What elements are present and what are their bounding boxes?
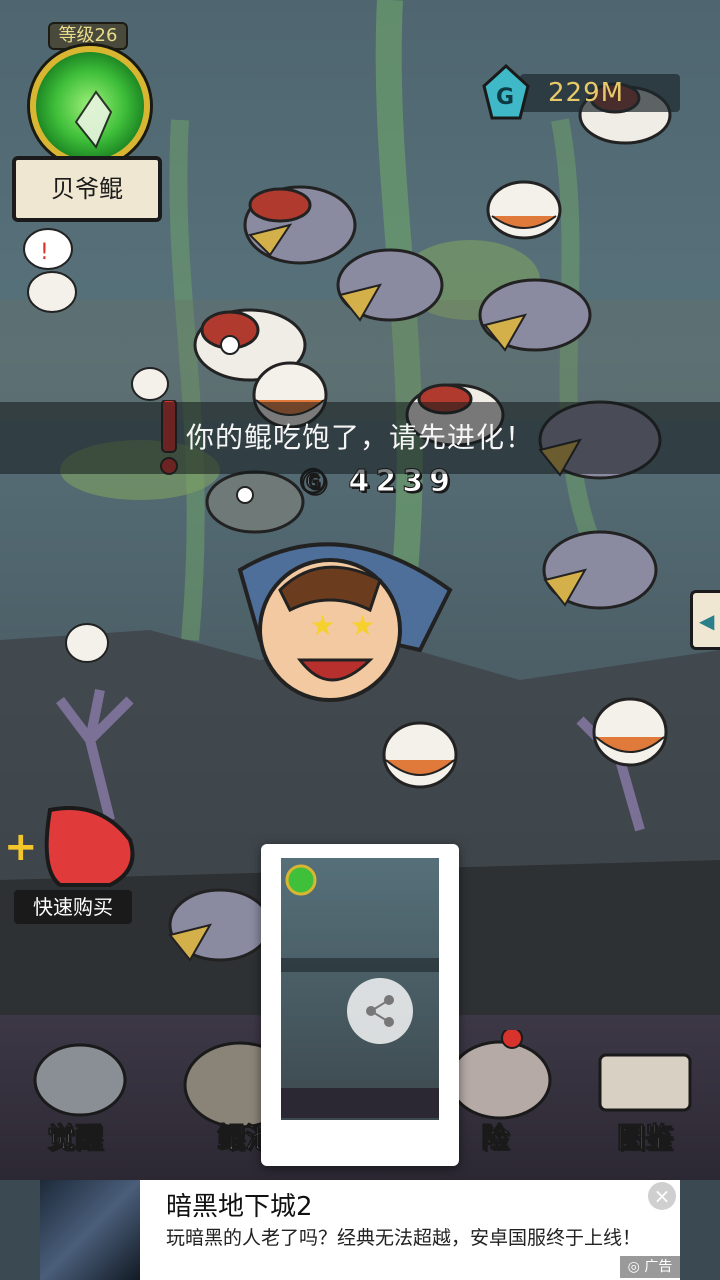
ad-game-icon[interactable]	[40, 1180, 140, 1280]
arrow-left-icon: ◀	[699, 609, 715, 633]
ad-tag-icon: ◎	[627, 1259, 640, 1275]
currency-value: 229M	[548, 78, 625, 108]
ad-description[interactable]: 玩暗黑的人老了吗？经典无法超越，安卓国服终于上线！	[166, 1226, 646, 1250]
game-scene[interactable]: ★ ★ ! Ⓖ 4239 你的鲲吃饱了，请先进化！ 等级26 贝爷鲲 G 229…	[0, 0, 720, 1180]
player-avatar[interactable]	[30, 46, 150, 166]
speech-bubble-icon: !	[23, 228, 73, 270]
screenshot-share-card[interactable]	[261, 844, 459, 1166]
ad-tag: ◎ 广告	[620, 1256, 680, 1278]
svg-text:★: ★	[310, 609, 335, 642]
ad-banner[interactable]: 暗黑地下城2 玩暗黑的人老了吗？经典无法超越，安卓国服终于上线！ × ◎ 广告	[40, 1180, 680, 1280]
main-character-fish[interactable]: ★ ★	[220, 510, 480, 740]
svg-text:!: !	[40, 240, 49, 265]
svg-text:★: ★	[350, 609, 375, 642]
ad-title[interactable]: 暗黑地下城2	[166, 1186, 313, 1223]
fish-creature[interactable]	[330, 240, 450, 330]
nav-gallery-button[interactable]: 图鉴	[570, 1030, 720, 1170]
egg-creature[interactable]	[62, 620, 112, 666]
nav-gallery-label: 图鉴	[616, 1121, 673, 1155]
scroll-icon	[598, 1053, 692, 1112]
ad-close-button[interactable]: ×	[648, 1182, 676, 1210]
player-name: 贝爷鲲	[12, 156, 162, 222]
screenshot-thumbnail[interactable]	[281, 858, 439, 1144]
nav-awaken-button[interactable]: 觉醒	[0, 1030, 150, 1170]
share-icon	[366, 995, 394, 1027]
evolve-toast: 你的鲲吃饱了，请先进化！	[0, 402, 720, 474]
currency-display: G 229M	[480, 64, 680, 120]
quick-buy-label[interactable]: 快速购买	[14, 890, 132, 924]
fish-bust-icon	[33, 1043, 127, 1117]
svg-text:G: G	[496, 85, 514, 110]
egg-creature[interactable]	[24, 268, 80, 316]
egg-creature[interactable]	[484, 180, 564, 240]
egg-creature[interactable]	[590, 695, 670, 770]
share-button[interactable]	[347, 978, 413, 1044]
nav-awaken-label: 觉醒	[46, 1121, 103, 1155]
ad-tag-label: 广告	[644, 1259, 673, 1275]
fish-creature[interactable]	[530, 520, 660, 620]
svg-text:+: +	[4, 824, 38, 870]
fish-creature[interactable]	[470, 270, 600, 360]
egg-creature[interactable]	[128, 364, 172, 404]
evolve-icon	[74, 90, 113, 149]
red-monster-icon: +	[4, 806, 135, 887]
g-crystal-icon: G	[482, 64, 530, 120]
side-panel-toggle[interactable]: ◀	[690, 590, 720, 650]
